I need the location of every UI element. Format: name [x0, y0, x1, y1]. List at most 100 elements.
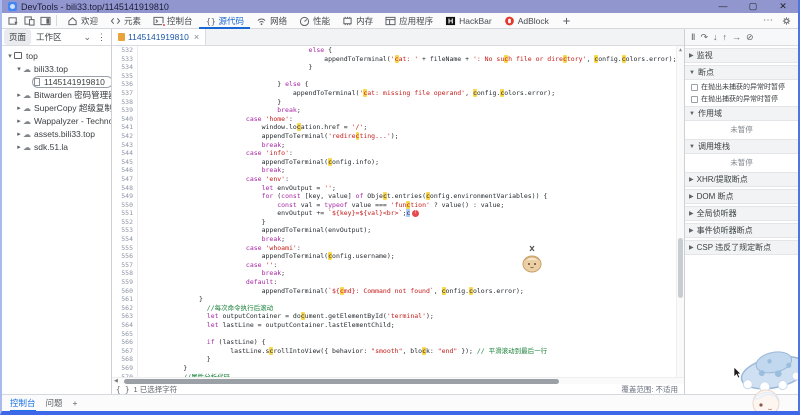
tab-network[interactable]: 网络 [250, 13, 293, 29]
tab-performance[interactable]: 性能 [293, 13, 336, 29]
line-number[interactable]: 540 [112, 115, 138, 124]
code-line-559[interactable]: 559 default: [112, 278, 684, 287]
code-line-533[interactable]: 533 appendToTerminal('cat: ' + fileName … [112, 55, 684, 64]
pause-icon[interactable]: Ⅱ [691, 32, 695, 43]
section--[interactable]: ▶事件侦听器断点 [685, 223, 798, 238]
tab-more-tabs[interactable] [555, 13, 578, 29]
line-number[interactable]: 538 [112, 98, 138, 107]
maximize-button[interactable]: ▢ [738, 0, 768, 13]
scroll-up-icon[interactable]: ▲ [677, 46, 684, 54]
code-line-543[interactable]: 543 break; [112, 141, 684, 150]
expander-icon[interactable]: ▸ [15, 143, 23, 151]
tree-item-top[interactable]: ▾top [2, 49, 111, 62]
tab-memory[interactable]: 内存 [336, 13, 379, 29]
expander-icon[interactable]: ▸ [15, 104, 23, 112]
code-line-546[interactable]: 546 break; [112, 166, 684, 175]
line-number[interactable]: 545 [112, 158, 138, 167]
code-line-556[interactable]: 556 appendToTerminal(config.username); [112, 252, 684, 261]
code-line-540[interactable]: 540 case 'home': [112, 115, 684, 124]
code-line-563[interactable]: 563 let outputContainer = document.getEl… [112, 312, 684, 321]
close-button[interactable]: ✕ [768, 0, 798, 13]
line-number[interactable]: 542 [112, 132, 138, 141]
code-line-558[interactable]: 558 break; [112, 269, 684, 278]
code-line-542[interactable]: 542 appendToTerminal('redirecting...'); [112, 132, 684, 141]
line-number[interactable]: 544 [112, 149, 138, 158]
expander-icon[interactable]: ▸ [15, 91, 23, 99]
tab-hackbar[interactable]: HHackBar [439, 13, 498, 29]
line-number[interactable]: 551 [112, 209, 138, 218]
more-options-icon[interactable]: ⋮ [94, 32, 109, 43]
tab-adblock[interactable]: AdBlock [498, 13, 555, 29]
close-tab-icon[interactable]: × [194, 32, 199, 42]
line-number[interactable]: 536 [112, 80, 138, 89]
checkbox[interactable] [691, 96, 698, 103]
line-number[interactable]: 534 [112, 63, 138, 72]
minimize-button[interactable]: — [708, 0, 738, 13]
line-number[interactable]: 550 [112, 201, 138, 210]
line-number[interactable]: 557 [112, 261, 138, 270]
pretty-print-icon[interactable]: { } [116, 385, 130, 394]
breakpoint-option[interactable]: 在抛出捕获的异常时暂停 [685, 92, 798, 104]
line-number[interactable]: 569 [112, 364, 138, 373]
line-number[interactable]: 547 [112, 175, 138, 184]
expander-icon[interactable]: ▶ [689, 244, 694, 251]
code-line-555[interactable]: 555 case 'whoami': [112, 244, 684, 253]
code-line-557[interactable]: 557 case '': [112, 261, 684, 270]
expander-icon[interactable]: ▼ [689, 111, 695, 117]
code-line-553[interactable]: 553 appendToTerminal(envOutput); [112, 226, 684, 235]
tab-workspace[interactable]: 工作区 [31, 29, 67, 45]
code-line-569[interactable]: 569 } [112, 364, 684, 373]
inspect-icon[interactable] [6, 15, 20, 27]
settings-icon[interactable] [781, 16, 792, 26]
code-editor[interactable]: 532 else {533 appendToTerminal('cat: ' +… [112, 46, 684, 377]
expander-icon[interactable]: ▶ [689, 176, 694, 183]
line-number[interactable]: 567 [112, 347, 138, 356]
line-number[interactable]: 552 [112, 218, 138, 227]
line-number[interactable]: 568 [112, 355, 138, 364]
code-line-551[interactable]: 551 envOutput += `${key}=${val}<br>`;c! [112, 209, 684, 218]
line-number[interactable]: 559 [112, 278, 138, 287]
step-out-icon[interactable]: ↑ [722, 32, 727, 42]
code-line-550[interactable]: 550 const val = typeof value === 'functi… [112, 201, 684, 210]
section--[interactable]: ▼断点 [685, 65, 798, 80]
code-line-562[interactable]: 562 //每次命令执行后滚动 [112, 304, 684, 313]
line-number[interactable]: 553 [112, 226, 138, 235]
tree-item-supercopy-[interactable]: ▸☁SuperCopy 超级复制 [2, 101, 111, 114]
line-number[interactable]: 561 [112, 295, 138, 304]
expander-icon[interactable]: ▶ [689, 210, 694, 217]
more-tools-button[interactable]: ⋯ [763, 15, 773, 26]
horizontal-scroll-thumb[interactable] [124, 379, 559, 384]
device-toolbar-icon[interactable] [22, 15, 36, 27]
code-line-568[interactable]: 568 } [112, 355, 684, 364]
code-line-548[interactable]: 548 let envOutput = ''; [112, 184, 684, 193]
section-csp-[interactable]: ▶CSP 违反了规定断点 [685, 240, 798, 255]
tab-page[interactable]: 页面 [4, 29, 31, 45]
code-line-536[interactable]: 536 } else { [112, 80, 684, 89]
section-dom-[interactable]: ▶DOM 断点 [685, 189, 798, 204]
step-over-icon[interactable]: ↷ [700, 32, 708, 43]
code-line-538[interactable]: 538 } [112, 98, 684, 107]
code-line-561[interactable]: 561 } [112, 295, 684, 304]
code-line-554[interactable]: 554 break; [112, 235, 684, 244]
section--[interactable]: ▼调用堆栈 [685, 139, 798, 154]
section-xhr-[interactable]: ▶XHR/提取断点 [685, 172, 798, 187]
tab-console[interactable]: 控制台 [147, 13, 199, 29]
code-line-541[interactable]: 541 window.location.href = '/'; [112, 123, 684, 132]
expander-icon[interactable]: ▼ [689, 70, 695, 76]
scroll-left-icon[interactable]: ◀ [114, 378, 118, 385]
line-number[interactable]: 556 [112, 252, 138, 261]
step-into-icon[interactable]: ↓ [713, 32, 718, 42]
coverage-status[interactable]: 覆盖范围: 不适用 [621, 384, 678, 395]
horizontal-scrollbar[interactable]: ◀ [112, 377, 684, 384]
code-line-532[interactable]: 532 else { [112, 46, 684, 55]
code-line-552[interactable]: 552 } [112, 218, 684, 227]
chevron-down-icon[interactable]: ⌄ [80, 32, 94, 43]
code-line-537[interactable]: 537 appendToTerminal('cat: missing file … [112, 89, 684, 98]
breakpoint-option[interactable]: 在抛出未捕获的异常时暂停 [685, 80, 798, 92]
section--[interactable]: ▶监视 [685, 48, 798, 63]
vertical-scrollbar[interactable]: ▲ [676, 46, 684, 377]
line-number[interactable]: 555 [112, 244, 138, 253]
tree-item-assets-bili33-top[interactable]: ▸☁assets.bili33.top [2, 127, 111, 140]
expander-icon[interactable]: ▶ [689, 52, 694, 59]
code-line-534[interactable]: 534 } [112, 63, 684, 72]
